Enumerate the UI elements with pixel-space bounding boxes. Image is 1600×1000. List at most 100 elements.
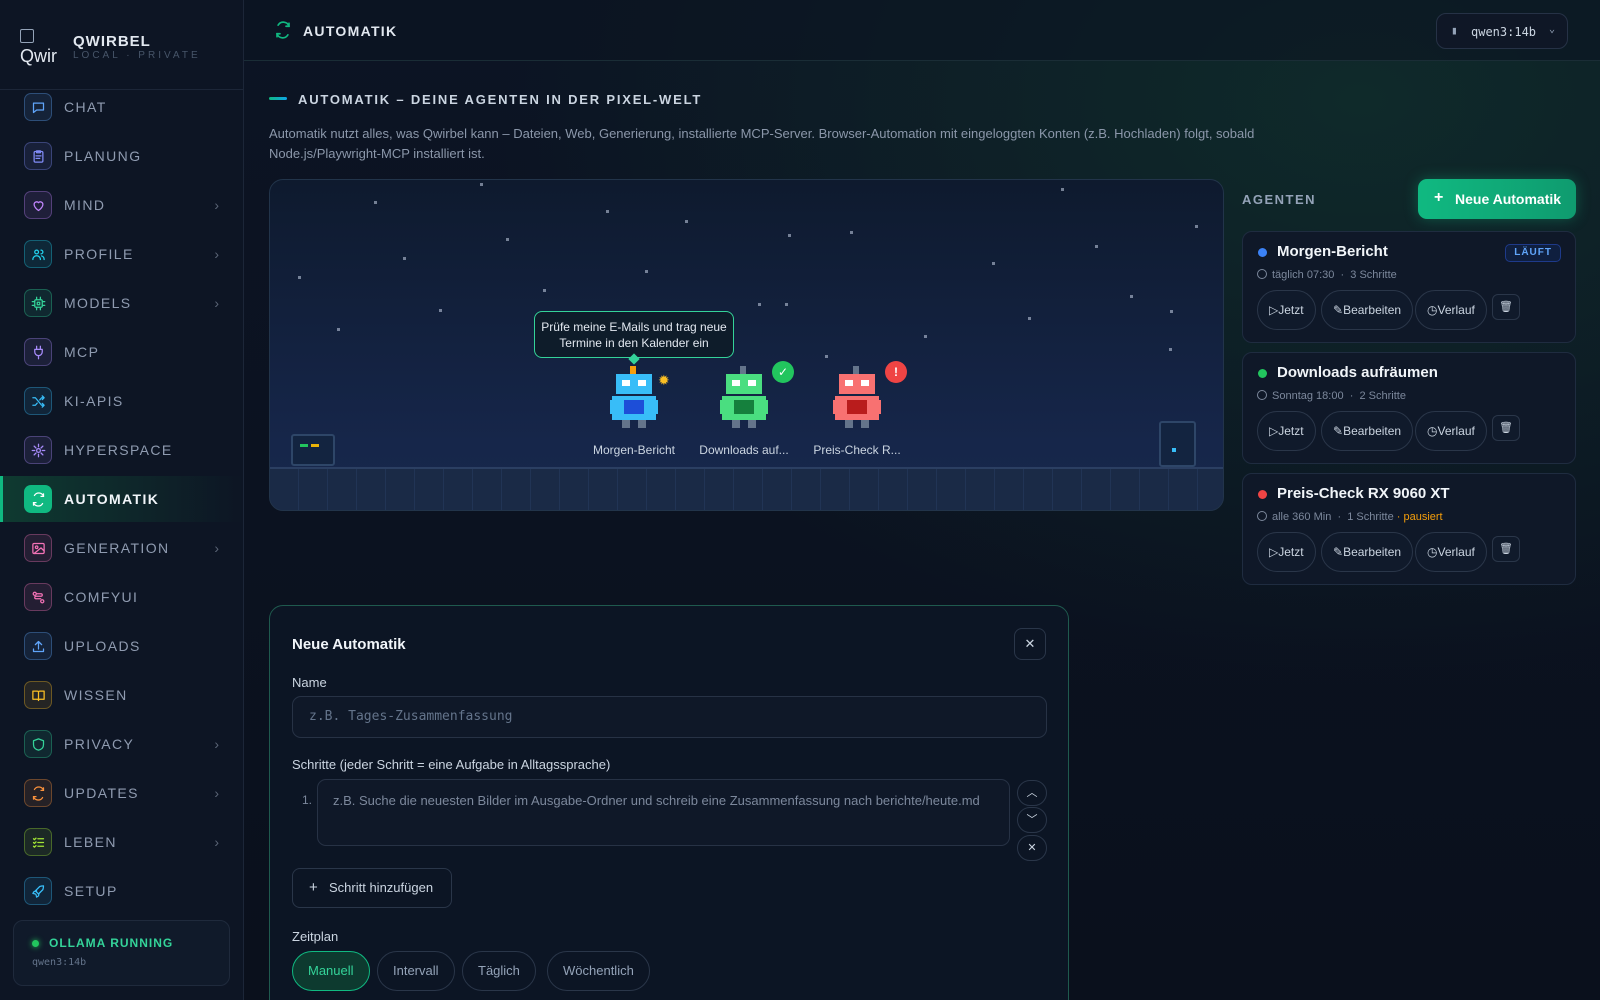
status-dot <box>1258 369 1267 378</box>
sidebar-item-ki-apis[interactable]: KI-APIS <box>0 378 243 424</box>
star <box>785 303 788 306</box>
paused-label: · pausiert <box>1396 511 1443 523</box>
run-now-button[interactable]: ▷Jetzt <box>1257 532 1316 572</box>
schedule-option[interactable]: Intervall <box>377 951 455 991</box>
sidebar-item-leben[interactable]: LEBEN › <box>0 819 243 865</box>
agent-card[interactable]: Preis-Check RX 9060 XT alle 360 Min · 1 S… <box>1242 473 1576 585</box>
sidebar-item-label: MCP <box>64 344 100 360</box>
agent-name: Downloads aufräumen <box>1277 364 1438 381</box>
spark-icon <box>24 436 52 464</box>
star <box>543 289 546 292</box>
run-now-button[interactable]: ▷Jetzt <box>1257 290 1316 330</box>
trash-icon: 🗑 <box>1499 301 1513 313</box>
status-model: qwen3:14b <box>32 957 87 968</box>
status-label: OLLAMA RUNNING <box>49 936 174 950</box>
agent-bot[interactable] <box>720 366 768 432</box>
sidebar-item-comfyui[interactable]: COMFYUI <box>0 574 243 620</box>
edit-label: Bearbeiten <box>1343 303 1402 317</box>
agent-bot[interactable] <box>833 366 881 432</box>
workflow-icon <box>24 583 52 611</box>
delete-button[interactable]: 🗑 <box>1492 294 1520 320</box>
sidebar-item-wissen[interactable]: WISSEN <box>0 672 243 718</box>
sidebar-item-chat[interactable]: CHAT <box>0 84 243 130</box>
sidebar-item-label: KI-APIS <box>64 393 124 409</box>
chevron-right-icon: › <box>214 246 219 262</box>
sidebar-item-automatik[interactable]: AUTOMATIK <box>0 476 243 522</box>
brand-title: QWIRBEL <box>73 33 151 50</box>
history-label: Verlauf <box>1437 424 1475 438</box>
schedule-option[interactable]: Wöchentlich <box>547 951 650 991</box>
model-selector[interactable]: ▮ qwen3:14b ⌄ <box>1436 13 1568 49</box>
clock-icon <box>1257 269 1267 279</box>
schedule-option[interactable]: Manuell <box>292 951 370 991</box>
edit-button[interactable]: ✎Bearbeiten <box>1321 411 1414 451</box>
plus-icon: + <box>309 879 318 896</box>
sidebar-item-updates[interactable]: UPDATES › <box>0 770 243 816</box>
sidebar-item-generation[interactable]: GENERATION › <box>0 525 243 571</box>
delete-button[interactable]: 🗑 <box>1492 536 1520 562</box>
sidebar-item-planung[interactable]: PLANUNG <box>0 133 243 179</box>
sidebar-item-setup[interactable]: SETUP <box>0 868 243 914</box>
status-dot <box>1258 248 1267 257</box>
checklist-icon <box>24 828 52 856</box>
bot-label: Preis-Check R... <box>813 443 901 457</box>
history-button[interactable]: ◷Verlauf <box>1415 532 1487 572</box>
agent-card[interactable]: Downloads aufräumen Sonntag 18:00 · 2 Sch… <box>1242 352 1576 464</box>
star <box>758 303 761 306</box>
pixel-ground <box>270 467 1223 510</box>
sidebar-item-mind[interactable]: MIND › <box>0 182 243 228</box>
schedule-option[interactable]: Täglich <box>462 951 536 991</box>
step-textarea[interactable]: z.B. Suche die neuesten Bilder im Ausgab… <box>317 779 1010 846</box>
agent-steps: 2 Schritte <box>1359 390 1406 402</box>
history-button[interactable]: ◷Verlauf <box>1415 290 1487 330</box>
rocket-icon <box>24 877 52 905</box>
move-step-down-button[interactable]: ﹀ <box>1017 807 1047 833</box>
image-icon <box>24 534 52 562</box>
agent-bot[interactable] <box>610 366 658 432</box>
sidebar-item-uploads[interactable]: UPLOADS <box>0 623 243 669</box>
clock-icon: ◷ <box>1427 545 1438 559</box>
star <box>298 276 301 279</box>
edit-button[interactable]: ✎Bearbeiten <box>1321 532 1414 572</box>
door-prop <box>1159 421 1196 467</box>
delete-button[interactable]: 🗑 <box>1492 415 1520 441</box>
agent-card[interactable]: Morgen-Bericht LÄUFT täglich 07:30 · 3 Sch… <box>1242 231 1576 343</box>
new-automation-button[interactable]: + Neue Automatik <box>1418 179 1576 219</box>
agent-meta: Sonntag 18:00 · 2 Schritte <box>1257 390 1406 402</box>
trash-icon: 🗑 <box>1499 422 1513 434</box>
chevron-down-icon: ﹀ <box>1026 814 1038 826</box>
star <box>645 270 648 273</box>
agents-title: AGENTEN <box>1242 192 1317 207</box>
computer-prop <box>291 434 335 466</box>
star <box>1061 188 1064 191</box>
run-now-button[interactable]: ▷Jetzt <box>1257 411 1316 451</box>
sidebar-item-hyperspace[interactable]: HYPERSPACE <box>0 427 243 473</box>
sidebar-item-profile[interactable]: PROFILE › <box>0 231 243 277</box>
name-input[interactable]: z.B. Tages-Zusammenfassung <box>292 696 1047 738</box>
edit-button[interactable]: ✎Bearbeiten <box>1321 290 1414 330</box>
chevron-right-icon: › <box>214 785 219 801</box>
run-now-label: Jetzt <box>1278 545 1304 559</box>
name-label: Name <box>292 675 327 690</box>
close-button[interactable]: ✕ <box>1014 628 1046 660</box>
sidebar-item-label: MODELS <box>64 295 132 311</box>
sidebar-item-label: SETUP <box>64 883 118 899</box>
sidebar-item-privacy[interactable]: PRIVACY › <box>0 721 243 767</box>
remove-step-button[interactable]: ✕ <box>1017 835 1047 861</box>
star <box>1169 348 1172 351</box>
page-title: AUTOMATIK <box>303 23 398 39</box>
refresh-icon <box>274 21 292 44</box>
form-title: Neue Automatik <box>292 636 406 653</box>
pixel-world-canvas[interactable]: Prüfe meine E-Mails und trag neue Termin… <box>269 179 1224 511</box>
sidebar-item-mcp[interactable]: MCP <box>0 329 243 375</box>
move-step-up-button[interactable]: ︿ <box>1017 780 1047 806</box>
sidebar-item-models[interactable]: MODELS › <box>0 280 243 326</box>
plus-icon: + <box>1434 189 1444 206</box>
agent-speech-bubble: Prüfe meine E-Mails und trag neue Termin… <box>534 311 734 358</box>
sidebar-item-label: AUTOMATIK <box>64 491 160 507</box>
history-button[interactable]: ◷Verlauf <box>1415 411 1487 451</box>
brand-logo-text: Qwir <box>20 46 57 66</box>
agent-name: Morgen-Bericht <box>1277 243 1388 260</box>
add-step-button[interactable]: + Schritt hinzufügen <box>292 868 452 908</box>
bot-label: Downloads auf... <box>699 443 789 457</box>
